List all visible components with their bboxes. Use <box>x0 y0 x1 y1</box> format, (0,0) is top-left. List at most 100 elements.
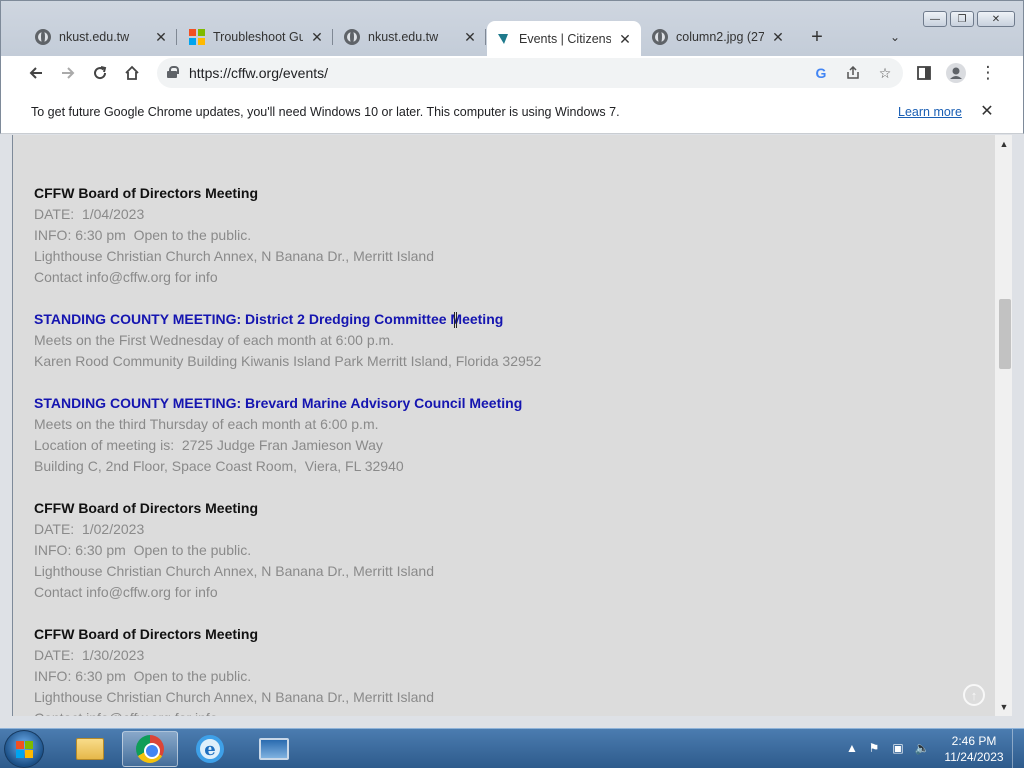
remote-desktop-icon <box>259 738 289 760</box>
learn-more-link[interactable]: Learn more <box>898 105 962 119</box>
event-title-link[interactable]: STANDING COUNTY MEETING: Brevard Marine … <box>34 393 984 414</box>
tab-title: column2.jpg (27( <box>676 30 764 44</box>
back-arrow-icon[interactable] <box>23 60 49 86</box>
event-info: INFO: 6:30 pm Open to the public. <box>34 227 252 243</box>
explorer-icon <box>76 738 104 760</box>
event-info: INFO: 6:30 pm Open to the public. <box>34 542 252 558</box>
event-location: Karen Rood Community Building Kiwanis Is… <box>34 353 542 369</box>
close-tab-icon[interactable]: ✕ <box>617 31 633 47</box>
event-info: INFO: 6:30 pm Open to the public. <box>34 668 252 684</box>
update-infobar: To get future Google Chrome updates, you… <box>0 90 1024 134</box>
event-date: DATE: 1/04/2023 <box>34 206 145 222</box>
show-desktop-button[interactable] <box>1012 729 1024 768</box>
forward-arrow-icon[interactable] <box>55 60 81 86</box>
close-tab-icon[interactable]: ✕ <box>309 29 325 45</box>
event-item: STANDING COUNTY MEETING: Brevard Marine … <box>34 393 984 477</box>
google-translate-icon[interactable]: G <box>811 63 831 83</box>
cffw-icon <box>495 31 511 47</box>
windows-taskbar: e ▲ ⚑ ▣ 🔈 2:46 PM 11/24/2023 <box>0 728 1024 768</box>
infobar-message: To get future Google Chrome updates, you… <box>31 105 620 119</box>
event-contact: Contact info@cffw.org for info <box>34 708 984 716</box>
event-item: CFFW Board of Directors Meeting DATE: 1/… <box>34 498 984 603</box>
close-tab-icon[interactable]: ✕ <box>770 29 786 45</box>
event-title: CFFW Board of Directors Meeting <box>34 626 259 642</box>
event-item: CFFW Board of Directors Meeting DATE: 1/… <box>34 183 984 288</box>
chrome-icon <box>136 735 164 763</box>
scroll-up-arrow-icon[interactable]: ▲ <box>995 135 1012 153</box>
event-item: CFFW Board of Directors Meeting DATE: 1/… <box>34 624 984 716</box>
window-controls: — ❐ ✕ <box>923 11 1015 27</box>
network-icon[interactable]: ▣ <box>890 740 906 756</box>
page-content: CFFW Board of Directors Meeting DATE: 1/… <box>12 135 1012 716</box>
home-icon[interactable] <box>119 60 145 86</box>
browser-toolbar: https://cffw.org/events/ G ☆ ⋮ <box>0 56 1024 90</box>
event-location: Building C, 2nd Floor, Space Coast Room,… <box>34 458 404 474</box>
event-location: Lighthouse Christian Church Annex, N Ban… <box>34 689 434 705</box>
event-schedule: Meets on the third Thursday of each mont… <box>34 416 379 432</box>
action-center-flag-icon[interactable]: ⚑ <box>866 740 882 756</box>
browser-window: nkust.edu.tw ✕ Troubleshoot Gu ✕ nkust.e… <box>0 0 1024 728</box>
event-item: STANDING COUNTY MEETING: District 2 Dred… <box>34 309 984 372</box>
event-date: DATE: 1/30/2023 <box>34 647 145 663</box>
events-list: CFFW Board of Directors Meeting DATE: 1/… <box>34 183 984 716</box>
event-date: DATE: 1/02/2023 <box>34 521 145 537</box>
close-tab-icon[interactable]: ✕ <box>153 29 169 45</box>
tab-nkust-2[interactable]: nkust.edu.tw ✕ <box>336 21 486 53</box>
event-contact: Contact info@cffw.org for info <box>34 269 218 285</box>
taskbar-explorer[interactable] <box>62 731 118 767</box>
tab-column2[interactable]: column2.jpg (27( ✕ <box>644 21 794 53</box>
event-title: CFFW Board of Directors Meeting <box>34 500 259 516</box>
tab-title: Troubleshoot Gu <box>213 30 303 44</box>
tab-events-active[interactable]: Events | Citizens ✕ <box>487 21 641 57</box>
reload-icon[interactable] <box>87 60 113 86</box>
close-window-button[interactable]: ✕ <box>977 11 1015 27</box>
new-tab-button[interactable]: + <box>805 25 829 49</box>
globe-icon <box>344 29 360 45</box>
scrollbar-thumb[interactable] <box>999 299 1011 369</box>
scroll-to-top-icon[interactable]: ↑ <box>963 684 985 706</box>
tab-title: nkust.edu.tw <box>59 30 130 44</box>
menu-kebab-icon[interactable]: ⋮ <box>975 60 1001 86</box>
side-panel-icon[interactable] <box>911 60 937 86</box>
globe-icon <box>652 29 668 45</box>
internet-explorer-icon: e <box>196 735 224 763</box>
profile-avatar-icon[interactable] <box>943 60 969 86</box>
tray-chevron-up-icon[interactable]: ▲ <box>844 740 860 756</box>
taskbar-chrome[interactable] <box>122 731 178 767</box>
tab-strip: nkust.edu.tw ✕ Troubleshoot Gu ✕ nkust.e… <box>0 0 1024 57</box>
share-icon[interactable] <box>843 63 863 83</box>
taskbar-internet-explorer[interactable]: e <box>182 731 238 767</box>
event-title: CFFW Board of Directors Meeting <box>34 185 259 201</box>
lock-icon[interactable] <box>167 66 179 78</box>
tab-search-chevron-icon[interactable]: ⌄ <box>885 27 905 47</box>
event-location: Lighthouse Christian Church Annex, N Ban… <box>34 563 434 579</box>
bookmark-star-icon[interactable]: ☆ <box>875 63 895 83</box>
event-location: Lighthouse Christian Church Annex, N Ban… <box>34 248 434 264</box>
scroll-down-arrow-icon[interactable]: ▼ <box>995 698 1012 716</box>
tab-nkust-1[interactable]: nkust.edu.tw ✕ <box>27 21 177 53</box>
clock-date: 11/24/2023 <box>944 750 1004 764</box>
start-button[interactable] <box>4 730 44 768</box>
url-text: https://cffw.org/events/ <box>189 65 329 81</box>
event-title-link[interactable]: STANDING COUNTY MEETING: District 2 Dred… <box>34 309 984 330</box>
system-tray: ▲ ⚑ ▣ 🔈 2:46 PM 11/24/2023 <box>842 729 1024 768</box>
event-schedule: Meets on the First Wednesday of each mon… <box>34 332 395 348</box>
tab-troubleshoot[interactable]: Troubleshoot Gu ✕ <box>181 21 333 53</box>
text-cursor-icon <box>454 312 457 328</box>
maximize-button[interactable]: ❐ <box>950 11 974 27</box>
event-contact: Contact info@cffw.org for info <box>34 584 218 600</box>
vertical-scrollbar[interactable]: ▲ ▼ <box>995 135 1012 716</box>
minimize-button[interactable]: — <box>923 11 947 27</box>
address-bar[interactable]: https://cffw.org/events/ G ☆ <box>157 58 903 88</box>
volume-muted-icon[interactable]: 🔈 <box>914 740 930 756</box>
taskbar-remote-desktop[interactable] <box>246 731 302 767</box>
microsoft-icon <box>189 29 205 45</box>
globe-icon <box>35 29 51 45</box>
event-location: Location of meeting is: 2725 Judge Fran … <box>34 437 383 453</box>
close-infobar-icon[interactable]: ✕ <box>978 102 996 120</box>
close-tab-icon[interactable]: ✕ <box>462 29 478 45</box>
windows-logo-icon <box>15 740 33 758</box>
tab-title: Events | Citizens <box>519 32 611 46</box>
taskbar-clock[interactable]: 2:46 PM 11/24/2023 <box>942 733 1006 765</box>
tab-title: nkust.edu.tw <box>368 30 439 44</box>
